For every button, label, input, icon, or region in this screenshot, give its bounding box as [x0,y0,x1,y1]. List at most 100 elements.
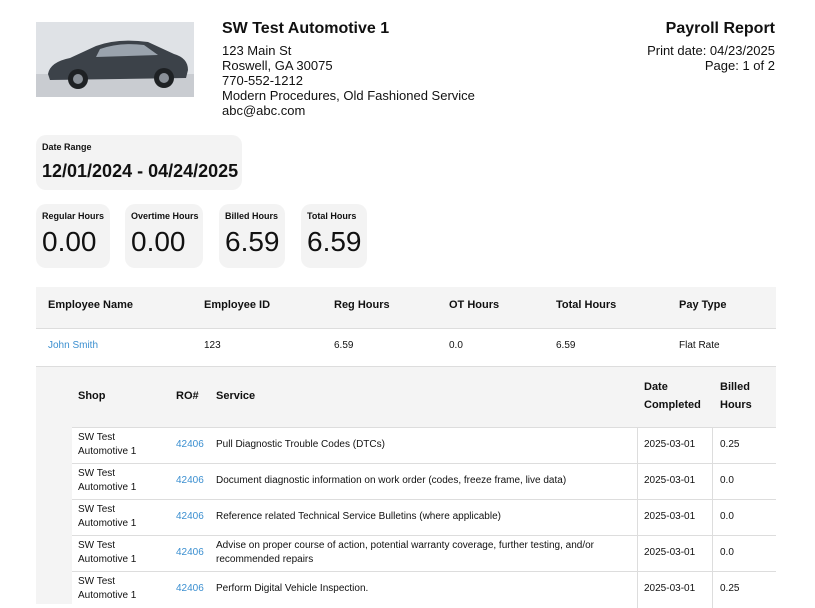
company-email: abc@abc.com [222,103,306,118]
company-name: SW Test Automotive 1 [222,20,390,37]
employee-pay-type: Flat Rate [679,340,720,351]
row-date-completed: 2025-03-01 [644,583,696,594]
ro-number-link[interactable]: 42406 [176,438,204,452]
print-date: Print date: 04/23/2025 [647,43,775,58]
column-divider [637,572,638,608]
company-tagline: Modern Procedures, Old Fashioned Service [222,88,475,103]
column-divider [637,464,638,500]
service-detail-panel: Shop RO# Service Date Completed Billed H… [36,367,776,608]
column-divider [712,428,713,464]
col-employee-id: Employee ID [204,299,271,311]
service-row: SW Test Automotive 1 42406 Document diag… [72,463,776,500]
total-hours-label: Total Hours [307,211,357,221]
page-indicator: Page: 1 of 2 [704,58,775,73]
row-shop: SW Test Automotive 1 [78,539,136,567]
employee-ot-hours: 0.0 [449,340,463,351]
date-range-card: Date Range 12/01/2024 - 04/24/2025 [36,135,242,190]
col-reg-hours: Reg Hours [334,299,390,311]
col-date-line2: Completed [644,399,701,411]
employee-id: 123 [204,340,221,351]
col-billed-line2: Hours [720,399,752,411]
overtime-hours-label: Overtime Hours [131,211,199,221]
row-shop-line2: Automotive 1 [78,590,137,601]
col-billed-line1: Billed [720,381,750,393]
row-date-completed: 2025-03-01 [644,475,696,486]
total-hours-value: 6.59 [307,226,362,257]
col-date-completed: Date Completed [644,378,701,414]
col-date-line1: Date [644,381,668,393]
ro-number-link[interactable]: 42406 [176,474,204,488]
row-billed-hours: 0.25 [720,439,740,450]
col-employee-name: Employee Name [48,299,133,311]
column-divider [637,428,638,464]
row-billed-hours: 0.0 [720,511,734,522]
col-ot-hours: OT Hours [449,299,500,311]
row-service-line1: Advise on proper course of action, poten… [216,540,594,551]
row-shop: SW Test Automotive 1 [78,467,136,495]
service-detail-header: Shop RO# Service Date Completed Billed H… [72,367,776,427]
company-address-line1: 123 Main St [222,43,292,58]
row-shop: SW Test Automotive 1 [78,575,136,603]
report-info: Payroll Report Print date: 04/23/2025 Pa… [647,20,775,73]
date-range-value: 12/01/2024 - 04/24/2025 [42,161,239,181]
col-total-hours: Total Hours [556,299,617,311]
col-pay-type: Pay Type [679,299,727,311]
ro-number-link[interactable]: 42406 [176,546,204,560]
row-service: Advise on proper course of action, poten… [216,539,594,567]
company-info: SW Test Automotive 1 123 Main St Roswell… [222,20,475,118]
company-phone: 770-552-1212 [222,73,303,88]
shop-logo-car-image [36,22,194,97]
column-divider [637,500,638,536]
row-shop-line2: Automotive 1 [78,482,137,493]
row-shop-line2: Automotive 1 [78,446,137,457]
col-billed-hours: Billed Hours [720,378,752,414]
row-date-completed: 2025-03-01 [644,439,696,450]
employee-name-link[interactable]: John Smith [48,340,98,351]
col-ro-number: RO# [176,390,199,402]
row-shop-line1: SW Test [78,504,116,515]
regular-hours-card: Regular Hours 0.00 [36,204,110,268]
service-row: SW Test Automotive 1 42406 Reference rel… [72,499,776,536]
row-shop: SW Test Automotive 1 [78,431,136,459]
row-shop: SW Test Automotive 1 [78,503,136,531]
car-icon [36,22,194,97]
service-detail-table: Shop RO# Service Date Completed Billed H… [72,367,776,608]
col-service: Service [216,390,256,402]
row-service: Perform Digital Vehicle Inspection. [216,583,369,594]
row-date-completed: 2025-03-01 [644,547,696,558]
row-billed-hours: 0.0 [720,475,734,486]
row-shop-line2: Automotive 1 [78,518,137,529]
company-address-line2: Roswell, GA 30075 [222,58,333,73]
regular-hours-value: 0.00 [42,226,97,257]
service-row: SW Test Automotive 1 42406 Advise on pro… [72,535,776,572]
row-shop-line1: SW Test [78,540,116,551]
col-shop: Shop [78,390,106,402]
row-shop-line1: SW Test [78,432,116,443]
service-row: SW Test Automotive 1 42406 Pull Diagnost… [72,427,776,464]
column-divider [712,536,713,572]
row-billed-hours: 0.25 [720,583,740,594]
row-date-completed: 2025-03-01 [644,511,696,522]
row-shop-line2: Automotive 1 [78,554,137,565]
ro-number-link[interactable]: 42406 [176,510,204,524]
employee-reg-hours: 6.59 [334,340,354,351]
employee-table-header: Employee Name Employee ID Reg Hours OT H… [36,287,776,329]
overtime-hours-card: Overtime Hours 0.00 [125,204,203,268]
row-service-line2: recommended repairs [216,554,314,565]
column-divider [712,500,713,536]
column-divider [712,572,713,608]
service-row: SW Test Automotive 1 42406 Perform Digit… [72,571,776,608]
report-title: Payroll Report [665,20,775,37]
billed-hours-card: Billed Hours 6.59 [219,204,285,268]
row-shop-line1: SW Test [78,576,116,587]
employee-row: John Smith 123 6.59 0.0 6.59 Flat Rate [36,329,776,367]
billed-hours-value: 6.59 [225,226,280,257]
column-divider [712,464,713,500]
billed-hours-label: Billed Hours [225,211,279,221]
row-service: Document diagnostic information on work … [216,475,567,486]
row-shop-line1: SW Test [78,468,116,479]
ro-number-link[interactable]: 42406 [176,582,204,596]
overtime-hours-value: 0.00 [131,226,186,257]
total-hours-card: Total Hours 6.59 [301,204,367,268]
row-service: Reference related Technical Service Bull… [216,511,501,522]
